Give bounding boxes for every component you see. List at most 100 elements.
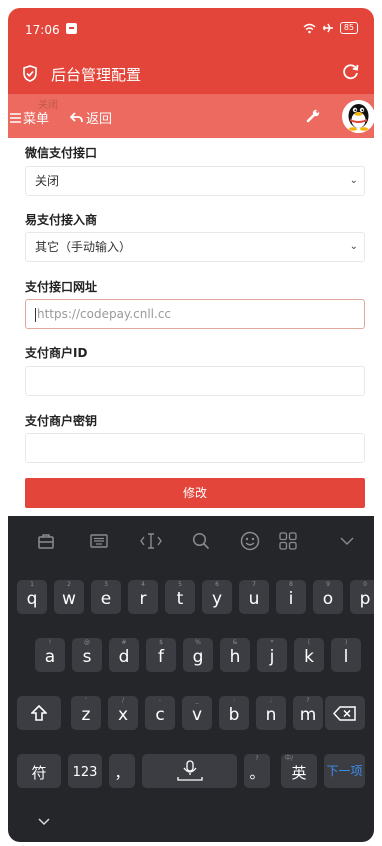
key-hint: $ (159, 639, 163, 646)
key-f[interactable]: $ f (146, 638, 176, 672)
key-hint: ? (306, 697, 310, 704)
submit-button[interactable]: 修改 (25, 478, 365, 508)
keyboard-layout-icon[interactable] (87, 529, 111, 553)
key-q[interactable]: 1q (17, 580, 47, 614)
collapse-keyboard-icon[interactable] (38, 818, 50, 826)
merchant-key-label: 支付商户密钥 (25, 414, 98, 428)
emoji-icon[interactable] (238, 529, 262, 553)
period-key[interactable]: ? 。 (244, 754, 270, 788)
chevron-down-icon: ⌄ (349, 175, 358, 186)
key-v[interactable]: _ v (182, 696, 212, 730)
key-t[interactable]: 5t (165, 580, 195, 614)
wrench-icon[interactable] (306, 108, 321, 123)
merchant-id-label: 支付商户ID (25, 346, 88, 360)
key-hint: 0 (363, 581, 367, 588)
wifi-icon (303, 23, 316, 33)
microphone-icon (176, 760, 203, 781)
key-hint: 9 (326, 581, 330, 588)
next-field-label: 下一项 (326, 764, 363, 778)
wechat-pay-label: 微信支付接口 (25, 146, 98, 160)
menu-label: 菜单 (23, 112, 50, 127)
key-s[interactable]: @ s (72, 638, 102, 672)
key-hint: 2 (67, 581, 71, 588)
merchant-id-input[interactable] (25, 366, 365, 396)
key-n[interactable]: ; n (256, 696, 286, 730)
key-z[interactable]: ' z (71, 696, 101, 730)
comma-key[interactable]: ， (109, 754, 135, 788)
status-time: 17:06 (25, 23, 60, 37)
back-label: 返回 (86, 112, 113, 127)
key-l[interactable]: ) l (331, 638, 361, 672)
provider-value: 其它（手动输入） (35, 240, 132, 254)
key-hint: - (158, 697, 162, 704)
key-i[interactable]: 8i (276, 580, 306, 614)
key-h[interactable]: & h (220, 638, 250, 672)
wechat-pay-select[interactable]: 关闭 ⌄ (25, 166, 365, 196)
key-w[interactable]: 2w (54, 580, 84, 614)
key-u[interactable]: 7u (239, 580, 269, 614)
key-p[interactable]: 0p (350, 580, 374, 614)
hide-keyboard-icon[interactable] (335, 529, 359, 553)
phone-screen: 17:06 85 后台管理配置 关闭 菜单 返回 微信支付接口 关闭 ⌄ 易支付… (8, 8, 374, 842)
key-hint: ; (269, 697, 273, 704)
numbers-key[interactable]: 123 (68, 754, 102, 788)
symbols-label: 符 (31, 764, 47, 782)
status-icons: 85 (303, 22, 358, 34)
battery-icon: 85 (339, 22, 358, 34)
key-hint: 6 (215, 581, 219, 588)
grid-apps-icon[interactable] (276, 529, 300, 553)
symbols-key[interactable]: 符 (17, 754, 61, 788)
key-g[interactable]: % g (183, 638, 213, 672)
key-x[interactable]: / x (108, 696, 138, 730)
space-key[interactable] (142, 754, 237, 788)
key-hint: ' (85, 697, 87, 704)
language-key[interactable]: 中/ 英 (281, 754, 317, 788)
cursor-move-icon[interactable] (139, 529, 163, 553)
clipboard-icon[interactable] (34, 529, 58, 553)
period-hint: ? (255, 755, 259, 762)
key-k[interactable]: (k (294, 638, 324, 672)
key-hint: ( (307, 639, 311, 646)
shift-icon (30, 704, 48, 721)
next-field-key[interactable]: 下一项 (324, 754, 365, 788)
provider-select[interactable]: 其它（手动输入） ⌄ (25, 232, 365, 262)
api-url-placeholder: https://codepay.cnll.cc (37, 307, 172, 321)
key-y[interactable]: 6y (202, 580, 232, 614)
wechat-pay-value: 关闭 (35, 174, 60, 188)
merchant-key-input[interactable] (25, 433, 365, 463)
shield-icon (23, 65, 37, 82)
search-icon[interactable] (189, 529, 213, 553)
back-button[interactable]: 返回 (70, 108, 112, 127)
key-hint: ! (48, 639, 52, 646)
key-hint: 4 (141, 581, 145, 588)
provider-label: 易支付接入商 (25, 213, 98, 227)
key-m[interactable]: ? m (293, 696, 323, 730)
key-r[interactable]: 4r (128, 580, 158, 614)
refresh-icon[interactable] (342, 63, 360, 81)
soft-keyboard: 1q2w3e4r5t6y7u8i9o0p ! a @ s # d $ f% g & h * j(k) l … (8, 516, 374, 842)
backspace-key[interactable] (325, 696, 365, 730)
api-url-input[interactable]: https://codepay.cnll.cc (25, 299, 365, 329)
menu-button[interactable]: 菜单 (10, 108, 49, 127)
key-a[interactable]: ! a (35, 638, 65, 672)
shift-key[interactable] (17, 696, 61, 730)
chevron-down-icon: ⌄ (349, 241, 358, 252)
key-hint: 1 (30, 581, 34, 588)
key-hint: @ (84, 639, 90, 646)
key-j[interactable]: * j (257, 638, 287, 672)
key-hint: % (195, 639, 201, 646)
avatar[interactable] (342, 100, 374, 133)
key-hint: 7 (252, 581, 256, 588)
hamburger-icon (10, 112, 21, 123)
nav-toolbar: 关闭 菜单 返回 (8, 94, 374, 138)
key-hint: _ (195, 697, 199, 704)
key-e[interactable]: 3e (91, 580, 121, 614)
key-hint: * (270, 639, 274, 646)
back-arrow-icon (70, 112, 83, 123)
payment-config-form: 微信支付接口 关闭 ⌄ 易支付接入商 其它（手动输入） ⌄ 支付接口网址 htt… (8, 138, 374, 516)
key-o[interactable]: 9o (313, 580, 343, 614)
key-d[interactable]: # d (109, 638, 139, 672)
key-b[interactable]: :b (219, 696, 249, 730)
key-hint: ) (344, 639, 348, 646)
key-c[interactable]: -c (145, 696, 175, 730)
